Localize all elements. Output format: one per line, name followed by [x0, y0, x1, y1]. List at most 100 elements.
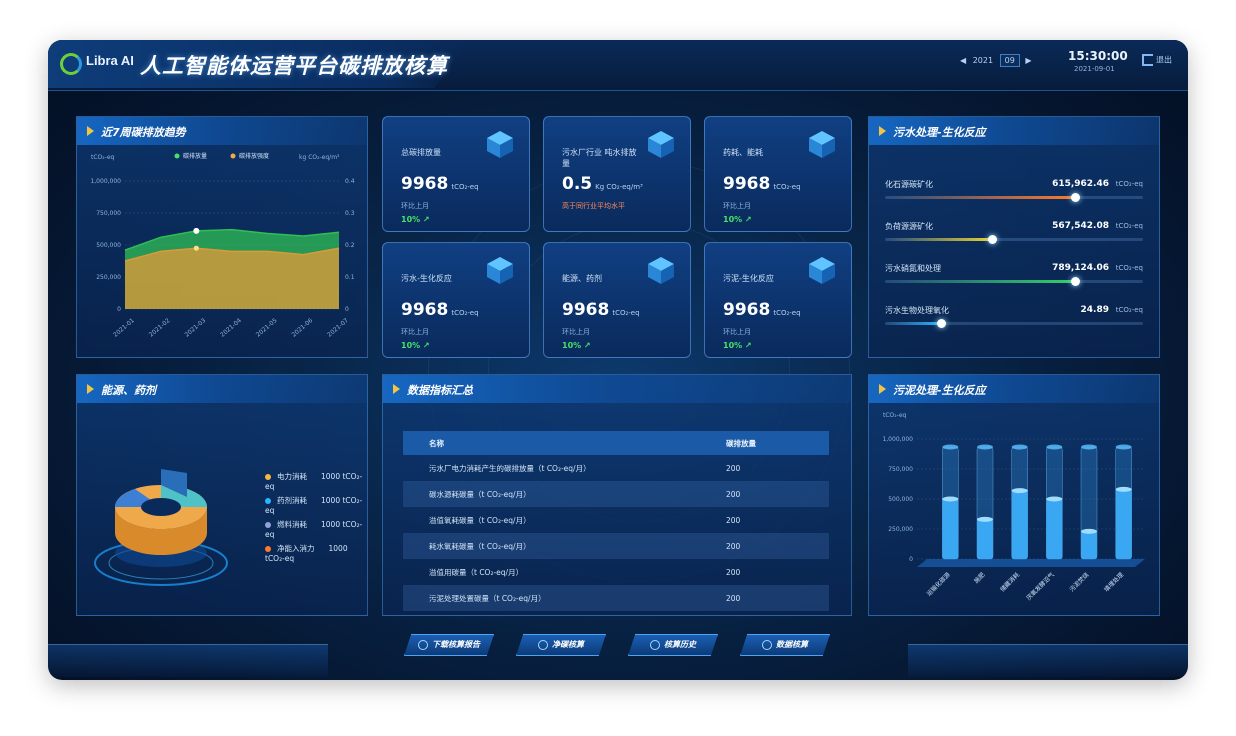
progress-track [885, 193, 1143, 202]
y-axis-label: tCO₂-eq [91, 154, 115, 161]
arrow-icon [879, 126, 886, 136]
y-tick-label: 750,000 [888, 466, 913, 473]
kpi-value: 9968 tCO₂-eq [401, 174, 479, 194]
logo-icon [60, 53, 82, 75]
kpi-change: 10% ↗ [562, 341, 591, 350]
row-value: 567,542.08 [1052, 221, 1109, 231]
kpi-compare: 环比上月 [401, 202, 429, 210]
y-tick-label: 250,000 [888, 526, 913, 533]
history-button[interactable]: 核算历史 [628, 634, 718, 656]
legend-dot [265, 474, 271, 480]
date-prev-button[interactable]: ◀ [960, 56, 966, 65]
kpi-number: 9968 [401, 174, 449, 194]
cube-icon [487, 257, 513, 284]
legend-dot [265, 498, 271, 504]
progress-row: 负荷源源矿化 567,542.08 tCO₂-eq [885, 221, 1143, 261]
table-cell: 耗水氧耗碳量（t CO₂-eq/月） [403, 533, 700, 559]
x-tick-label: 2021-04 [219, 317, 243, 339]
bar [977, 519, 993, 559]
progress-fill [885, 322, 942, 325]
data-calc-button[interactable]: 数据核算 [740, 634, 830, 656]
history-icon [650, 639, 660, 650]
kpi-card: 污水厂行业 吨水排放量 0.5 Kg CO₂-eq/m³ 高于同行业平均水平 [543, 116, 691, 232]
x-tick-label: 厌氧发酵沼气 [1025, 571, 1056, 602]
table-row[interactable]: 污水厂电力消耗产生的碳排放量（t CO₂-eq/月） 200 [403, 455, 829, 481]
date-select[interactable]: 09 [999, 54, 1020, 67]
kpi-label: 污水厂行业 吨水排放量 [562, 148, 637, 168]
kpi-compare: 环比上月 [723, 328, 751, 336]
table-row[interactable]: 污泥处理处置碳量（t CO₂-eq/月） 200 [403, 585, 829, 611]
button-label: 数据核算 [776, 640, 808, 649]
bar-cap [977, 444, 993, 450]
column-header: 碳排放量 [700, 431, 829, 455]
progress-knob [1070, 277, 1080, 286]
cube-icon [648, 131, 674, 158]
kpi-change: 10% ↗ [401, 215, 430, 224]
bar [1046, 499, 1063, 559]
y-tick-label: 250,000 [96, 274, 121, 281]
table-row[interactable]: 溢值氧耗碳量（t CO₂-eq/月） 200 [403, 507, 829, 533]
x-tick-label: 填埋处理 [1102, 571, 1125, 594]
x-tick-label: 2021-01 [112, 317, 136, 339]
row-name: 污水生物处理氧化 [885, 306, 949, 315]
progress-fill [885, 280, 1076, 283]
donut-3d-chart [94, 469, 228, 586]
progress-fill [885, 196, 1076, 199]
bar [1011, 490, 1028, 559]
legend-item: 药剂消耗 1000 tCO₂-eq [265, 495, 367, 515]
table-cell: 200 [726, 463, 741, 473]
table-body: 污水厂电力消耗产生的碳排放量（t CO₂-eq/月） 200 碳水源耗碳量（t CO… [403, 455, 829, 611]
download-report-button[interactable]: 下载核算报告 [404, 634, 494, 656]
table-row[interactable]: 溢值用碳量（t CO₂-eq/月） 200 [403, 559, 829, 585]
legend-dot [265, 522, 271, 528]
cube-icon [487, 131, 513, 158]
clock-date: 2021-09-01 [1074, 65, 1115, 73]
kpi-label: 能源、药剂 [562, 274, 602, 283]
net-carbon-button[interactable]: 净碳核算 [516, 634, 606, 656]
kpi-compare: 环比上月 [562, 328, 590, 336]
kpi-unit: tCO₂-eq [773, 309, 801, 317]
exit-button[interactable]: 退出 [1142, 54, 1172, 66]
arrow-icon [87, 384, 94, 394]
table-row[interactable]: 耗水氧耗碳量（t CO₂-eq/月） 200 [403, 533, 829, 559]
kpi-number: 0.5 [562, 174, 593, 194]
kpi-number: 9968 [401, 300, 449, 320]
legend-label: 碳排放强度 [239, 152, 269, 160]
arrow-icon [393, 384, 400, 394]
progress-track [885, 319, 1143, 328]
date-picker[interactable]: ◀ 2021 09 ▶ [960, 54, 1032, 67]
bar-top [977, 516, 993, 522]
bar-cap [1115, 444, 1132, 450]
x-tick-label: 运输化碳源 [925, 571, 952, 598]
sludge-bar-chart: tCO₂-eq 1,000,000 750,000 500,000 250,000 0 运输… [882, 412, 1145, 602]
progress-row: 污水生物处理氧化 24.89 tCO₂-eq [885, 305, 1143, 345]
kpi-card: 能源、药剂 9968 tCO₂-eq 环比上月 10% ↗ [543, 242, 691, 358]
kpi-unit: Kg CO₂-eq/m³ [595, 183, 643, 191]
panel-title: 数据指标汇总 [407, 384, 473, 397]
date-next-button[interactable]: ▶ [1025, 56, 1031, 65]
kpi-change: 10% ↗ [723, 341, 752, 350]
bar-top [1011, 488, 1028, 494]
button-label: 净碳核算 [552, 640, 584, 649]
table-cell: 碳水源耗碳量（t CO₂-eq/月） [403, 481, 700, 507]
y-tick-label: 500,000 [888, 496, 913, 503]
table-row[interactable]: 碳水源耗碳量（t CO₂-eq/月） 200 [403, 481, 829, 507]
table-cell: 溢值氧耗碳量（t CO₂-eq/月） [429, 515, 531, 525]
dashboard-screen: Libra AI 人工智能体运营平台碳排放核算 ◀ 2021 09 ▶ 15:3… [48, 40, 1188, 680]
kpi-unit: tCO₂-eq [773, 183, 801, 191]
trend-panel: 近7周碳排放趋势 tCO₂-eq kg CO₂-eq/m³ 碳排放量 碳排放强度 1,0… [76, 116, 368, 358]
y-tick-label-right: 0.4 [345, 178, 355, 185]
report-icon [418, 639, 428, 650]
kpi-value: 0.5 Kg CO₂-eq/m³ [562, 174, 643, 194]
progress-knob [1070, 193, 1080, 202]
y-tick-label-right: 0.3 [345, 210, 355, 217]
top-bar: Libra AI 人工智能体运营平台碳排放核算 ◀ 2021 09 ▶ 15:3… [48, 40, 1188, 91]
kpi-card: 污泥-生化反应 9968 tCO₂-eq 环比上月 10% ↗ [704, 242, 852, 358]
legend-name: 净能入消力 [277, 544, 315, 553]
panel-title: 污水处理-生化反应 [893, 126, 986, 139]
table-cell: 200 [700, 533, 829, 559]
table-cell: 200 [700, 585, 829, 611]
logo-text: Libra AI [86, 53, 134, 68]
panel-title: 能源、药剂 [101, 384, 156, 397]
y-axis-label-right: kg CO₂-eq/m³ [299, 154, 340, 161]
